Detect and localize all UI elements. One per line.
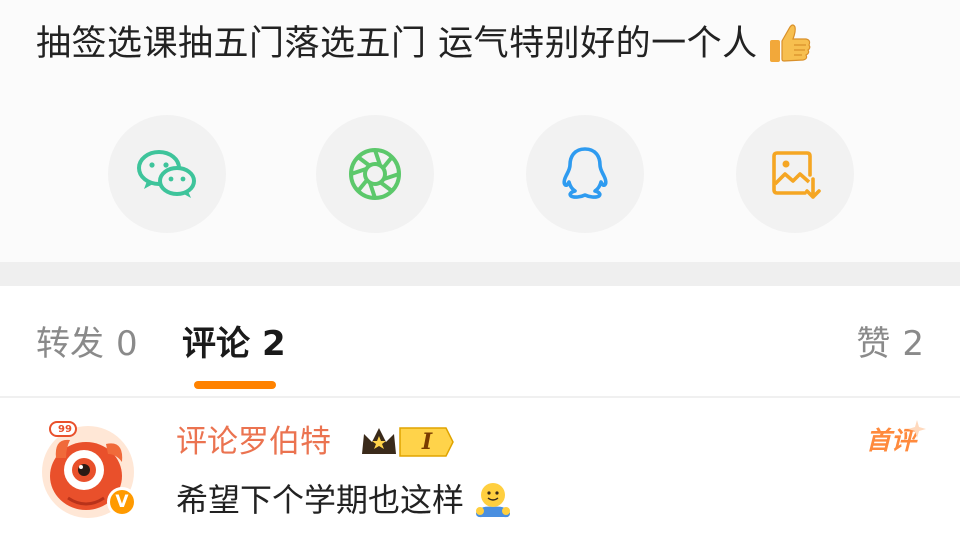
- tab-repost-label: 转发: [36, 324, 104, 364]
- comment-text: 希望下个学期也这样: [176, 481, 465, 519]
- comment-content: 希望下个学期也这样: [176, 478, 514, 522]
- hug-emoji-icon: [472, 479, 514, 521]
- post-text: 抽签选课抽五门落选五门 运气特别好的一个人: [36, 24, 758, 64]
- comment-username[interactable]: 评论罗伯特: [176, 422, 331, 462]
- avatar-badge: 99: [58, 424, 72, 435]
- verified-badge: V: [115, 492, 129, 512]
- tab-comment-label: 评论: [182, 324, 250, 364]
- tab-like-count: 2: [902, 324, 924, 364]
- active-tab-indicator: [194, 381, 276, 389]
- qq-icon: [560, 145, 610, 203]
- save-image-icon: [769, 147, 821, 201]
- tab-comment-count: 2: [262, 324, 286, 364]
- tab-like[interactable]: 赞2: [856, 324, 924, 364]
- sparkle-icon: [908, 420, 926, 438]
- share-wechat-button[interactable]: [108, 115, 226, 233]
- post-area: 抽签选课抽五门落选五门 运气特别好的一个人: [0, 0, 960, 262]
- tab-repost[interactable]: 转发 0: [36, 324, 138, 364]
- user-level: I: [421, 429, 433, 455]
- interaction-tabs: 转发 0 评论 2 赞2: [0, 286, 960, 398]
- avatar[interactable]: 99 V: [36, 418, 140, 522]
- section-divider: [0, 262, 960, 286]
- wechat-icon: [135, 148, 199, 200]
- tab-like-label: 赞: [856, 324, 891, 364]
- share-moments-button[interactable]: [316, 115, 434, 233]
- tab-repost-count: 0: [116, 324, 138, 364]
- comment-item: 99 V 评论罗伯特 I 首评 希望下个学期也这样: [0, 398, 960, 533]
- save-image-button[interactable]: [736, 115, 854, 233]
- post-content: 抽签选课抽五门落选五门 运气特别好的一个人: [36, 18, 814, 70]
- moments-icon: [347, 146, 403, 202]
- tab-comment[interactable]: 评论 2: [182, 324, 286, 364]
- share-qq-button[interactable]: [526, 115, 644, 233]
- weibo-post-page: 抽签选课抽五门落选五门 运气特别好的一个人 转发 0 评论 2 赞 2 99 V…: [0, 0, 960, 533]
- thumbs-up-icon: [764, 19, 814, 69]
